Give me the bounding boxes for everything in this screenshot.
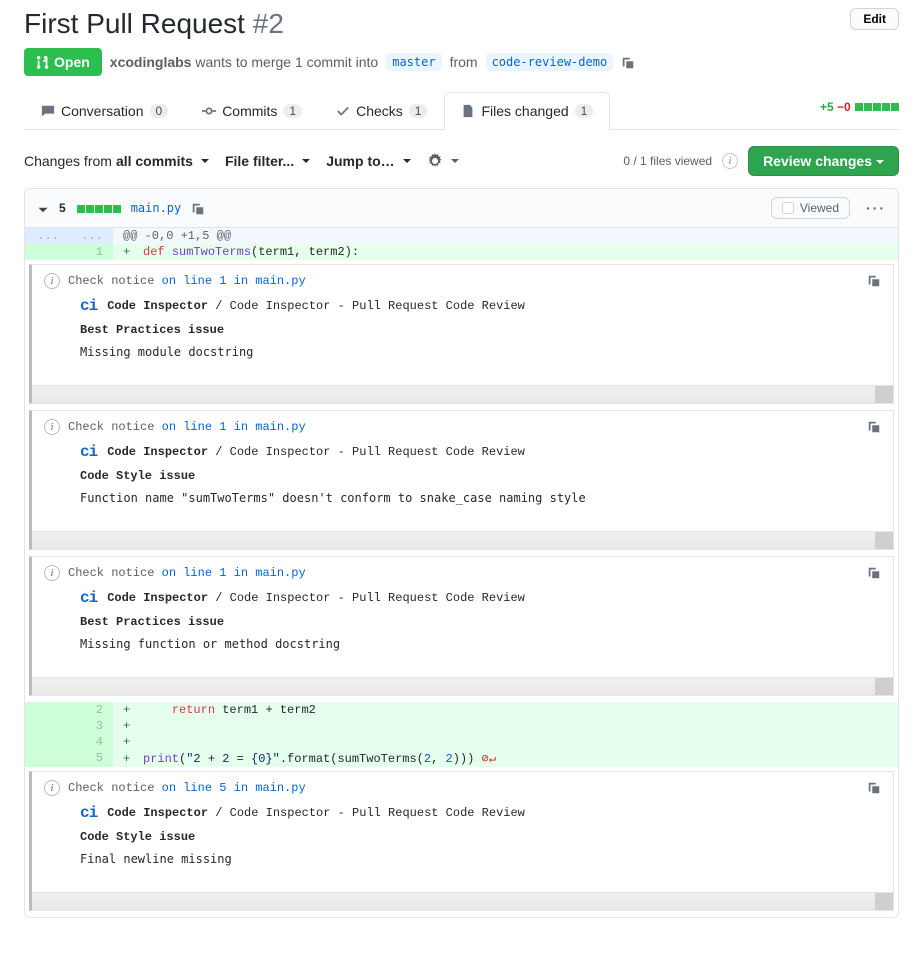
- from-text: from: [450, 54, 478, 70]
- diff-line: 5 +print("2 + 2 = {0}".format(sumTwoTerm…: [25, 750, 898, 767]
- viewed-label: Viewed: [800, 201, 839, 215]
- tab-commits[interactable]: Commits 1: [185, 92, 319, 129]
- jump-to-dropdown[interactable]: Jump to…: [326, 153, 410, 169]
- annotation-menu-icon[interactable]: [867, 781, 881, 795]
- annotation-head: Check notice on line 1 in main.py: [68, 274, 306, 288]
- changes-from-label: Changes from: [24, 153, 112, 169]
- code-inspector-logo: ci: [80, 804, 97, 822]
- tab-files-count: 1: [575, 104, 594, 118]
- tab-commits-count: 1: [283, 104, 302, 118]
- merge-text: wants to merge 1 commit into: [195, 54, 378, 70]
- tab-conversation[interactable]: Conversation 0: [24, 92, 185, 129]
- author-link[interactable]: xcodinglabs: [110, 54, 192, 70]
- issue-title: Code Style issue: [80, 469, 881, 483]
- file-diff-icon: [461, 104, 475, 118]
- issue-title: Code Style issue: [80, 830, 881, 844]
- check-annotation: i Check notice on line 1 in main.py ci C…: [29, 410, 894, 550]
- hunk-header: ...... @@ -0,0 +1,5 @@: [25, 228, 898, 244]
- copy-path-icon[interactable]: [191, 200, 205, 216]
- viewed-toggle[interactable]: Viewed: [771, 197, 850, 219]
- info-icon: i: [44, 565, 60, 581]
- tab-checks-count: 1: [409, 104, 428, 118]
- issue-title: Best Practices issue: [80, 323, 881, 337]
- copy-branch-icon[interactable]: [621, 54, 635, 70]
- file-menu-icon[interactable]: ···: [866, 200, 886, 216]
- tab-conversation-count: 0: [150, 104, 169, 118]
- diff-settings-dropdown[interactable]: [427, 153, 459, 169]
- annotation-menu-icon[interactable]: [867, 274, 881, 288]
- additions: +5: [820, 100, 834, 114]
- tab-commits-label: Commits: [222, 103, 277, 119]
- tab-files-changed[interactable]: Files changed 1: [444, 92, 610, 130]
- code-inspector-logo: ci: [80, 443, 97, 461]
- review-changes-button[interactable]: Review changes: [748, 146, 899, 176]
- diff-line: 3 +: [25, 718, 898, 734]
- changes-from-dropdown[interactable]: Changes from all commits: [24, 153, 209, 169]
- annotation-footer: [32, 892, 893, 910]
- issue-message: Function name "sumTwoTerms" doesn't conf…: [80, 491, 881, 505]
- annotation-head: Check notice on line 1 in main.py: [68, 566, 306, 580]
- pr-icon: [36, 55, 50, 69]
- pr-title: First Pull Request #2: [24, 8, 284, 40]
- file-filter-dropdown[interactable]: File filter...: [225, 153, 310, 169]
- file-name-link[interactable]: main.py: [131, 201, 182, 215]
- diff-line: 2 + return term1 + term2: [25, 702, 898, 718]
- state-badge: Open: [24, 48, 102, 76]
- check-annotation: i Check notice on line 1 in main.py ci C…: [29, 556, 894, 696]
- tab-checks[interactable]: Checks 1: [319, 92, 444, 129]
- pr-title-text: First Pull Request: [24, 8, 245, 39]
- viewed-info-icon[interactable]: i: [722, 153, 738, 169]
- viewed-checkbox[interactable]: [782, 202, 794, 214]
- code-inspector-logo: ci: [80, 297, 97, 315]
- tab-conversation-label: Conversation: [61, 103, 144, 119]
- issue-message: Final newline missing: [80, 852, 881, 866]
- file-box: 5 main.py Viewed ··· ...... @@ -0,0 +1,5…: [24, 188, 899, 918]
- meta-text: xcodinglabs wants to merge 1 commit into: [110, 54, 378, 70]
- no-newline-icon: ⊘↵: [482, 752, 496, 766]
- head-branch[interactable]: code-review-demo: [486, 53, 614, 71]
- annotation-head: Check notice on line 1 in main.py: [68, 420, 306, 434]
- info-icon: i: [44, 419, 60, 435]
- edit-button[interactable]: Edit: [850, 8, 899, 30]
- diff-line: 4 +: [25, 734, 898, 750]
- deletions: −0: [837, 100, 851, 114]
- diffstat-blocks: [854, 100, 899, 114]
- code-inspector-logo: ci: [80, 589, 97, 607]
- file-diffstat-blocks: [76, 200, 121, 216]
- state-label: Open: [54, 54, 90, 70]
- info-icon: i: [44, 780, 60, 796]
- comment-icon: [41, 104, 55, 118]
- diff-line: 1 +def sumTwoTerms(term1, term2):: [25, 244, 898, 260]
- annotation-head: Check notice on line 5 in main.py: [68, 781, 306, 795]
- changes-from-value: all commits: [116, 153, 193, 169]
- issue-message: Missing module docstring: [80, 345, 881, 359]
- annotation-footer: [32, 677, 893, 695]
- pr-number: #2: [253, 8, 284, 39]
- issue-message: Missing function or method docstring: [80, 637, 881, 651]
- diff-table: ...... @@ -0,0 +1,5 @@ 1 +def sumTwoTerm…: [25, 228, 898, 917]
- annotation-menu-icon[interactable]: [867, 420, 881, 434]
- check-icon: [336, 104, 350, 118]
- annotation-footer: [32, 531, 893, 549]
- gear-icon: [427, 153, 443, 169]
- viewed-count: 0 / 1 files viewed: [623, 154, 712, 168]
- check-annotation: i Check notice on line 5 in main.py ci C…: [29, 771, 894, 911]
- base-branch[interactable]: master: [386, 53, 441, 71]
- annotation-footer: [32, 385, 893, 403]
- hunk-text: @@ -0,0 +1,5 @@: [113, 228, 898, 244]
- diffstat-summary: +5 −0: [820, 100, 899, 122]
- check-annotation: i Check notice on line 1 in main.py ci C…: [29, 264, 894, 404]
- file-lines-changed: 5: [59, 201, 66, 215]
- tab-checks-label: Checks: [356, 103, 403, 119]
- jump-to-label: Jump to…: [326, 153, 394, 169]
- commit-icon: [202, 104, 216, 118]
- file-filter-label: File filter...: [225, 153, 294, 169]
- tab-files-label: Files changed: [481, 103, 568, 119]
- collapse-toggle-icon[interactable]: [37, 200, 49, 216]
- issue-title: Best Practices issue: [80, 615, 881, 629]
- annotation-menu-icon[interactable]: [867, 566, 881, 580]
- info-icon: i: [44, 273, 60, 289]
